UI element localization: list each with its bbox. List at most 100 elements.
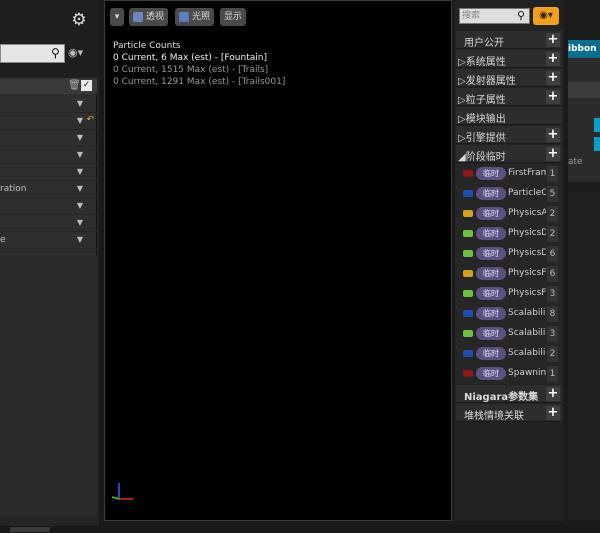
details-row[interactable]: e ▼ xyxy=(0,232,97,249)
add-parameter-button[interactable]: + xyxy=(546,406,560,420)
reference-count: 2 xyxy=(547,226,558,242)
parameter-item[interactable]: 临时 PhysicsF 6 xyxy=(456,264,562,284)
details-row[interactable]: ▼ xyxy=(0,164,97,181)
category-emitter-attributes[interactable]: ▷发射器属性 + xyxy=(456,69,562,87)
parameter-item[interactable]: 临时 ParticleC 5 xyxy=(456,184,562,204)
namespace-badge: 临时 xyxy=(476,267,506,280)
category-label: 用户公开 xyxy=(464,38,504,49)
chevron-down-icon[interactable]: ▼ xyxy=(77,167,83,176)
add-parameter-button[interactable]: + xyxy=(546,90,560,104)
parameter-item[interactable]: 临时 PhysicsF 3 xyxy=(456,284,562,304)
details-row[interactable]: ration ▼ xyxy=(0,181,97,198)
namespace-badge: 临时 xyxy=(476,247,506,260)
add-parameter-button[interactable]: + xyxy=(546,33,560,47)
chevron-down-icon[interactable]: ▼ xyxy=(77,218,83,227)
details-empty-area xyxy=(0,256,97,516)
enable-checkbox[interactable]: ✓ xyxy=(81,80,92,91)
details-row[interactable]: ▼ xyxy=(0,130,97,147)
ribbon-node-pin[interactable] xyxy=(594,137,600,151)
category-label: ▷发射器属性 xyxy=(458,76,516,87)
type-color-pill-icon xyxy=(463,230,473,237)
type-color-pill-icon xyxy=(463,250,473,257)
parameter-name: ParticleC xyxy=(508,188,546,198)
type-color-pill-icon xyxy=(463,190,473,197)
parameter-name: PhysicsD xyxy=(508,248,546,258)
horizontal-scrollbar[interactable] xyxy=(0,526,600,533)
reset-to-default-icon[interactable]: ↶ xyxy=(86,115,94,125)
search-icon: ⚲ xyxy=(517,9,526,22)
show-button[interactable]: 显示 xyxy=(220,8,247,26)
axis-gizmo xyxy=(111,483,133,500)
ribbon-node-header[interactable]: ibbon xyxy=(568,40,600,58)
lit-sphere-icon xyxy=(179,12,189,22)
category-label: Niagara参数集 xyxy=(464,392,539,403)
parameter-item[interactable]: 临时 Spawnin 1 xyxy=(456,364,562,384)
type-color-pill-icon xyxy=(463,210,473,217)
namespace-badge: 临时 xyxy=(476,287,506,300)
reference-count: 2 xyxy=(547,206,558,222)
category-stage-transient[interactable]: ◢阶段临时 + xyxy=(456,145,562,163)
category-particle-attributes[interactable]: ▷粒子属性 + xyxy=(456,88,562,106)
details-row[interactable]: ▼ xyxy=(0,96,97,113)
viewport-options-dropdown[interactable]: ▾ xyxy=(110,8,124,26)
parameter-item[interactable]: 临时 PhysicsD 6 xyxy=(456,244,562,264)
details-row[interactable]: ▼ ↶ xyxy=(0,113,97,130)
category-label: ▷模块输出 xyxy=(458,114,506,125)
trash-icon[interactable]: 🗑 xyxy=(68,80,81,92)
namespace-badge: 临时 xyxy=(476,227,506,240)
add-parameter-button[interactable]: + xyxy=(546,52,560,66)
type-color-pill-icon xyxy=(463,270,473,277)
chevron-down-icon[interactable]: ▼ xyxy=(77,201,83,210)
add-parameter-button[interactable]: + xyxy=(546,71,560,85)
details-row[interactable]: ▼ xyxy=(0,215,97,232)
chevron-down-icon[interactable]: ▼ xyxy=(77,133,83,142)
parameter-name: Scalabili xyxy=(508,308,546,318)
chevron-down-icon[interactable]: ▼ xyxy=(77,150,83,159)
parameter-name: Spawnin xyxy=(508,368,546,378)
parameter-name: Scalabili xyxy=(508,348,546,358)
ribbon-node-pin[interactable] xyxy=(594,118,600,132)
category-label: 堆栈情境关联 xyxy=(464,411,524,422)
parameter-name: PhysicsF xyxy=(508,268,546,278)
chevron-down-icon[interactable]: ▼ xyxy=(77,116,83,125)
reference-count: 3 xyxy=(547,286,558,302)
category-stack-context[interactable]: 堆栈情境关联 + xyxy=(456,404,562,422)
category-system-attributes[interactable]: ▷系统属性 + xyxy=(456,50,562,68)
parameter-name: Scalabili xyxy=(508,328,546,338)
parameter-item[interactable]: 临时 Scalabili 2 xyxy=(456,344,562,364)
gear-icon[interactable]: ⚙ xyxy=(68,10,90,30)
parameters-search-placeholder: 搜索 xyxy=(462,11,481,21)
category-module-output[interactable]: ▷模块输出 xyxy=(456,107,562,125)
category-label: ◢阶段临时 xyxy=(458,152,506,163)
parameter-item[interactable]: 临时FirstFrame1 xyxy=(456,164,562,184)
category-user-exposed[interactable]: 用户公开 + xyxy=(456,31,562,49)
details-row-label: ration xyxy=(0,184,27,194)
namespace-badge: 临时 xyxy=(476,367,506,380)
category-niagara-parameter-collection[interactable]: Niagara参数集 + xyxy=(456,385,562,403)
scrollbar-thumb[interactable] xyxy=(10,527,50,532)
chevron-down-icon[interactable]: ▼ xyxy=(77,235,83,244)
parameter-item[interactable]: 临时 Scalabili 3 xyxy=(456,324,562,344)
perspective-button[interactable]: 透视 xyxy=(129,8,169,26)
type-color-pill-icon xyxy=(463,330,473,337)
category-engine-provided[interactable]: ▷引擎提供 + xyxy=(456,126,562,144)
add-parameter-button[interactable]: + xyxy=(546,387,560,401)
parameter-name: FirstFrame xyxy=(508,168,546,178)
lit-button[interactable]: 光照 xyxy=(175,8,215,26)
preview-viewport[interactable]: ▾ 透视 光照 显示 Particle Counts 0 Current, 6 … xyxy=(104,0,452,521)
parameter-item[interactable]: 临时 PhysicsA 2 xyxy=(456,204,562,224)
visibility-dropdown-icon[interactable]: ◉▾ xyxy=(68,45,92,61)
reference-count: 1 xyxy=(547,166,558,182)
reference-count: 3 xyxy=(547,326,558,342)
eye-filter-dropdown-icon[interactable]: ◉▾ xyxy=(533,7,559,25)
search-icon: ⚲ xyxy=(51,46,60,60)
add-parameter-button[interactable]: + xyxy=(546,147,560,161)
details-row[interactable]: ▼ xyxy=(0,147,97,164)
node-graph-area[interactable]: ibbon ate xyxy=(566,0,600,533)
details-row[interactable]: ▼ xyxy=(0,198,97,215)
parameter-item[interactable]: 临时 Scalabili 8 xyxy=(456,304,562,324)
parameter-item[interactable]: 临时 PhysicsD 2 xyxy=(456,224,562,244)
add-parameter-button[interactable]: + xyxy=(546,128,560,142)
chevron-down-icon[interactable]: ▼ xyxy=(77,184,83,193)
chevron-down-icon[interactable]: ▼ xyxy=(77,99,83,108)
